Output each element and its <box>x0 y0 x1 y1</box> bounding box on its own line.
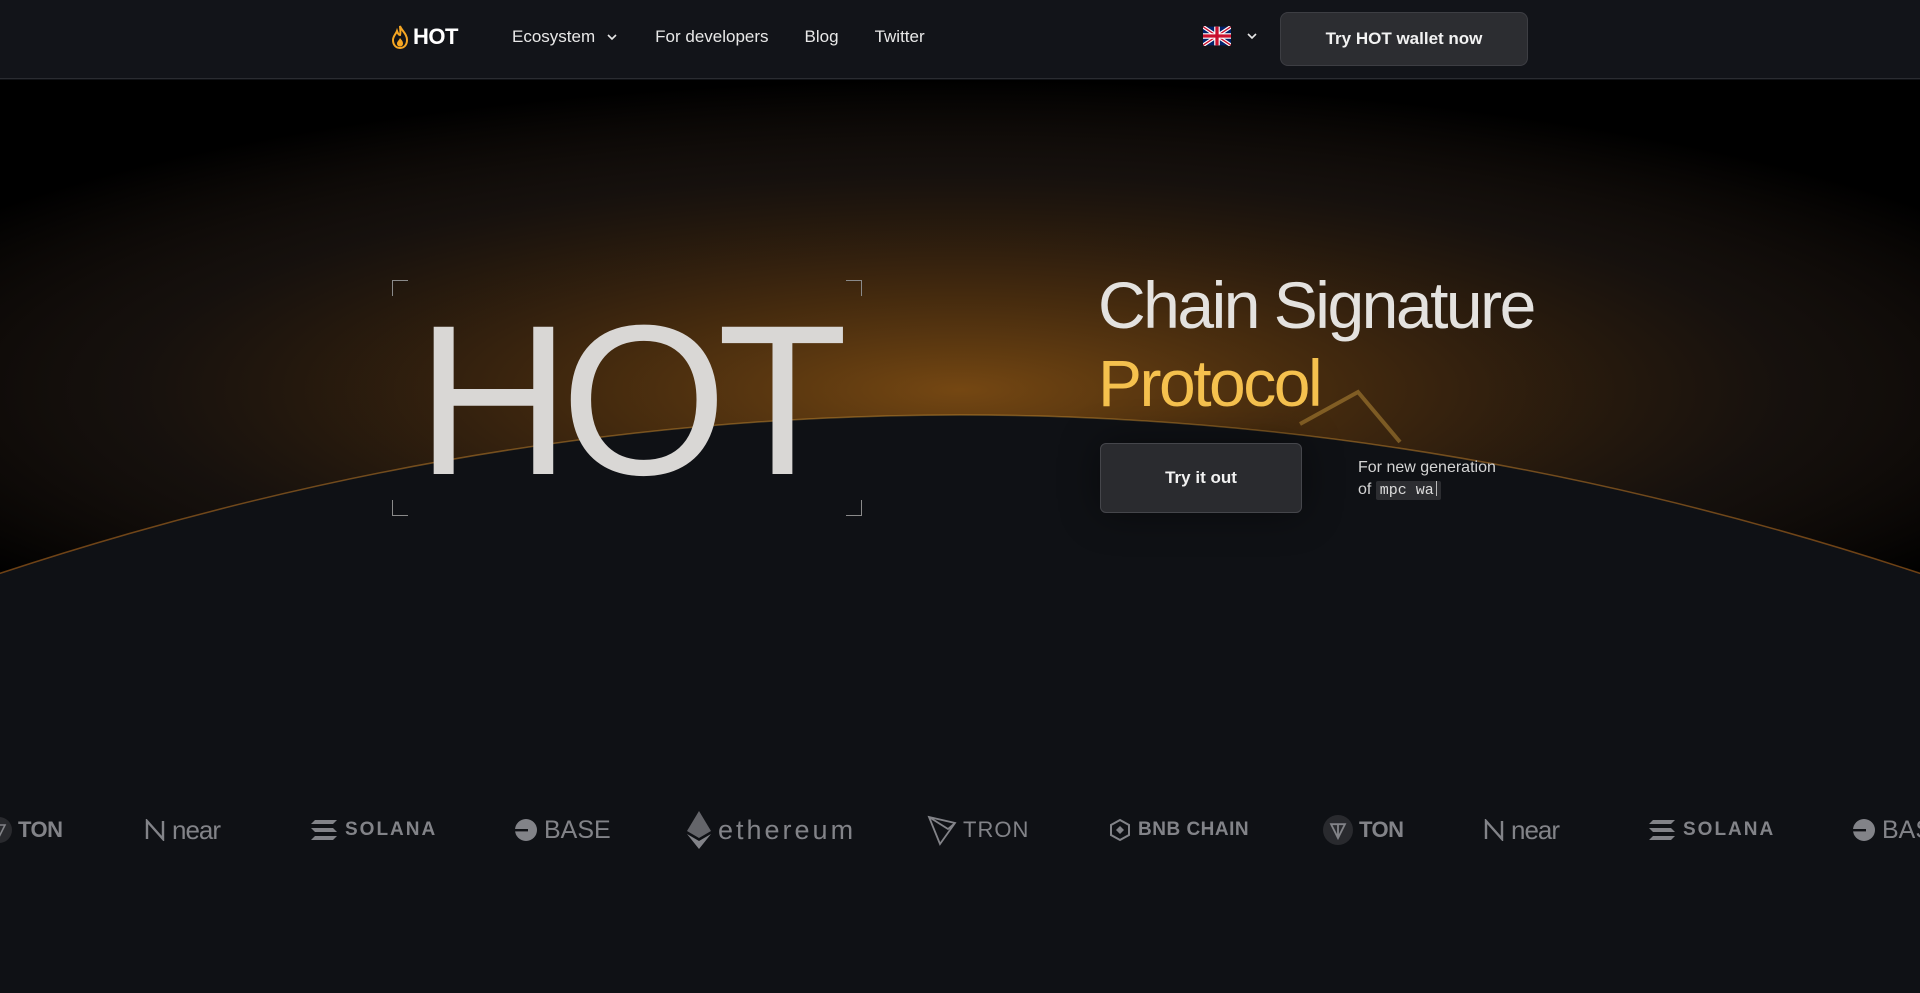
nav-ecosystem-label: Ecosystem <box>512 27 596 46</box>
base-label: BASE <box>544 815 611 844</box>
nav-ecosystem[interactable]: Ecosystem <box>512 27 619 47</box>
chain-base: BASE <box>514 798 611 862</box>
chain-solana: SOLANA <box>1647 798 1775 862</box>
chevron-down-icon <box>1247 33 1257 40</box>
hero-section: HOT Chain Signature Protocol Try it out … <box>0 80 1920 993</box>
chain-ethereum: ethereum <box>686 798 856 862</box>
hot-big-title: HOT <box>416 281 848 520</box>
near-label: near <box>1511 814 1560 845</box>
ton-icon <box>0 817 12 843</box>
logo-text: HOT <box>413 24 458 49</box>
tron-label: TRON <box>963 817 1030 842</box>
chain-near: near <box>1483 798 1560 862</box>
tagline-line2: of mpc wa <box>1358 479 1496 502</box>
chain-base: BASE <box>1852 798 1920 862</box>
ethereum-icon <box>687 811 711 849</box>
typed-text-value: mpc wa <box>1379 482 1434 499</box>
near-icon <box>1484 819 1504 841</box>
near-label: near <box>172 814 221 845</box>
hot-logo[interactable]: HOT <box>390 24 458 50</box>
ton-label: TON <box>1359 817 1404 842</box>
chain-bnb: BNB CHAIN <box>1108 798 1249 862</box>
tagline-line1: For new generation <box>1358 459 1496 476</box>
chain-ton: TON <box>0 798 63 862</box>
solana-icon <box>1649 820 1675 840</box>
top-navbar: HOT Ecosystem For developers Blog Twitte… <box>0 0 1920 79</box>
nav-for-developers-label: For developers <box>655 27 769 46</box>
base-icon <box>1852 819 1875 841</box>
hero-headline: Chain Signature Protocol <box>1098 266 1536 422</box>
try-hot-wallet-button[interactable]: Try HOT wallet now <box>1280 12 1528 66</box>
ethereum-label: ethereum <box>718 814 857 845</box>
nav-blog-label: Blog <box>804 27 839 46</box>
text-cursor <box>1435 481 1437 496</box>
chain-tron: TRON <box>927 798 1029 862</box>
main-nav: Ecosystem For developers Blog Twitter <box>512 27 925 47</box>
chain-logo-strip: TON near SOLANA BASE ethereum TRON BNB C… <box>0 798 1920 862</box>
typed-text: mpc wa <box>1375 481 1441 500</box>
flame-icon <box>391 25 409 49</box>
nav-twitter[interactable]: Twitter <box>875 27 925 47</box>
tagline-of: of <box>1358 481 1372 498</box>
ton-label: TON <box>18 817 63 842</box>
nav-for-developers[interactable]: For developers <box>655 27 768 47</box>
language-selector[interactable] <box>1203 26 1259 46</box>
chevron-down-icon <box>607 34 617 41</box>
base-icon <box>514 819 537 841</box>
near-icon <box>145 819 165 841</box>
hot-title-frame: HOT <box>392 280 862 516</box>
chain-near: near <box>144 798 221 862</box>
solana-label: SOLANA <box>1683 819 1776 840</box>
chain-ton: TON <box>1323 798 1404 862</box>
solana-label: SOLANA <box>345 819 438 840</box>
ton-icon <box>1323 815 1353 845</box>
hero-tagline: For new generation of mpc wa <box>1358 457 1496 502</box>
nav-twitter-label: Twitter <box>874 27 925 46</box>
uk-flag-icon <box>1203 26 1231 46</box>
chain-solana: SOLANA <box>309 798 437 862</box>
solana-icon <box>311 820 337 840</box>
headline-line2: Protocol <box>1098 346 1323 420</box>
bnb-label: BNB CHAIN <box>1138 819 1250 840</box>
headline-line1: Chain Signature <box>1098 268 1536 342</box>
try-it-out-button[interactable]: Try it out <box>1100 443 1302 513</box>
base-label: BASE <box>1882 815 1920 844</box>
bnb-icon <box>1110 818 1130 842</box>
nav-blog[interactable]: Blog <box>805 27 839 47</box>
tron-icon <box>927 815 957 846</box>
